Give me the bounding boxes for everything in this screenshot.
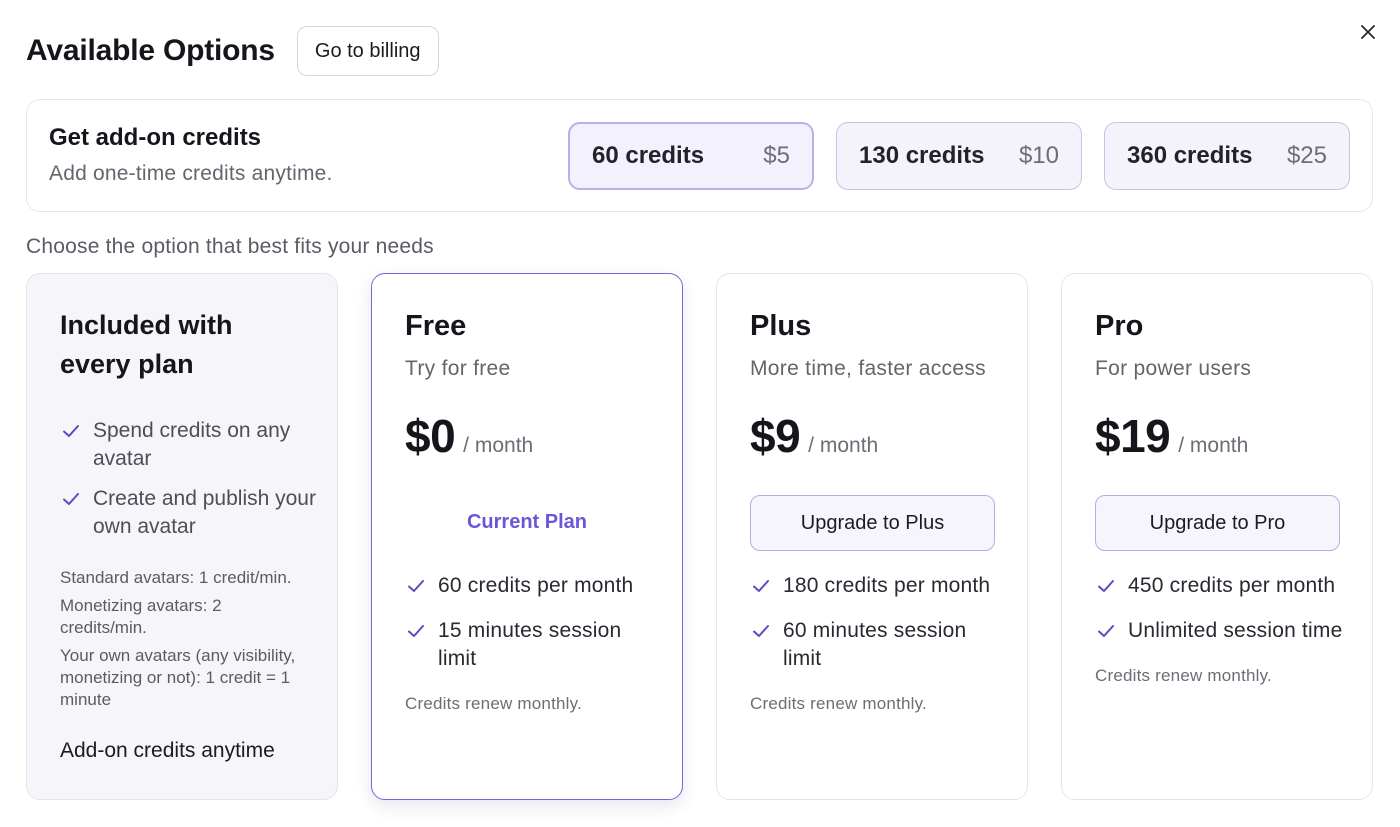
included-addon-label: Add-on credits anytime [60,739,275,762]
upgrade-plus-button[interactable]: Upgrade to Plus [750,495,995,551]
current-plan-label: Current Plan [466,511,588,533]
plan-price-row: $0 / month [405,409,533,463]
addon-credits-panel: Get add-on credits Add one-time credits … [26,99,1373,212]
renew-note: Credits renew monthly. [405,694,582,713]
plan-period: / month [463,434,534,457]
included-item-label: Spend credits on any avatar [93,419,291,470]
included-fine-print: Standard avatars: 1 credit/min. Monetizi… [60,567,310,717]
plan-tagline: More time, faster access [750,357,986,380]
page-title: Available Options [26,34,275,67]
credit-option-amount: 360 credits [1127,142,1253,169]
check-icon [750,620,772,642]
included-item-label: Create and publish your own avatar [93,487,316,538]
included-title: Included with every plan [60,310,233,379]
renew-note: Credits renew monthly. [1095,666,1272,685]
list-item: Unlimited session time [1095,617,1355,645]
fine-print-line: Standard avatars: 1 credit/min. [60,568,292,587]
feature-label: Unlimited session time [1128,619,1343,642]
plan-period: / month [1178,434,1249,457]
plan-tagline: For power users [1095,357,1252,380]
credit-option-price: $5 [763,142,790,169]
check-icon [1095,620,1117,642]
check-icon [405,575,427,597]
plan-features: 180 credits per month 60 minutes session… [750,572,1010,690]
plan-period: / month [808,434,879,457]
list-item: 60 minutes session limit [750,617,1010,673]
plan-name: Pro [1095,310,1144,342]
feature-label: 60 credits per month [438,574,634,597]
check-icon [60,420,82,442]
list-item: 180 credits per month [750,572,1010,600]
credit-option-amount: 130 credits [859,142,985,169]
included-list: Spend credits on any avatar Create and p… [60,417,320,553]
credit-option-amount: 60 credits [592,142,705,169]
renew-note: Credits renew monthly. [750,694,927,713]
plan-card-pro: Pro For power users $19 / month Upgrade … [1061,273,1373,800]
list-item: Spend credits on any avatar [60,417,320,473]
fine-print-line: Monetizing avatars: 2 credits/min. [60,596,222,637]
list-item: 15 minutes session limit [405,617,665,673]
list-item: 60 credits per month [405,572,665,600]
plan-price: $19 [1095,410,1171,462]
go-to-billing-button[interactable]: Go to billing [296,26,439,76]
feature-label: 60 minutes session limit [783,619,967,670]
check-icon [750,575,772,597]
credit-option-60[interactable]: 60 credits $5 [568,122,814,190]
addon-subtitle: Add one-time credits anytime. [49,162,333,185]
included-card: Included with every plan Spend credits o… [26,273,338,800]
check-icon [405,620,427,642]
feature-label: 15 minutes session limit [438,619,622,670]
addon-title: Get add-on credits [49,124,262,151]
plan-price: $9 [750,410,801,462]
list-item: Create and publish your own avatar [60,485,320,541]
choose-label: Choose the option that best fits your ne… [26,235,434,258]
feature-label: 450 credits per month [1128,574,1336,597]
plan-price: $0 [405,410,456,462]
fine-print-line: Your own avatars (any visibility, moneti… [60,646,296,709]
plan-card-free: Free Try for free $0 / month Current Pla… [371,273,683,800]
credit-option-price: $25 [1286,142,1327,169]
credit-option-price: $10 [1018,142,1059,169]
plan-price-row: $9 / month [750,409,878,463]
credit-option-130[interactable]: 130 credits $10 [836,122,1082,190]
plan-tagline: Try for free [405,357,511,380]
list-item: 450 credits per month [1095,572,1355,600]
plan-features: 60 credits per month 15 minutes session … [405,572,665,690]
modal-header: Available Options Go to billing [26,26,439,76]
plan-name: Free [405,310,467,342]
check-icon [1095,575,1117,597]
upgrade-pro-button[interactable]: Upgrade to Pro [1095,495,1340,551]
check-icon [60,488,82,510]
credit-option-360[interactable]: 360 credits $25 [1104,122,1350,190]
plan-price-row: $19 / month [1095,409,1248,463]
feature-label: 180 credits per month [783,574,991,597]
plan-features: 450 credits per month Unlimited session … [1095,572,1355,662]
plan-name: Plus [750,310,812,342]
plan-card-plus: Plus More time, faster access $9 / month… [716,273,1028,800]
close-icon[interactable] [1356,20,1380,44]
